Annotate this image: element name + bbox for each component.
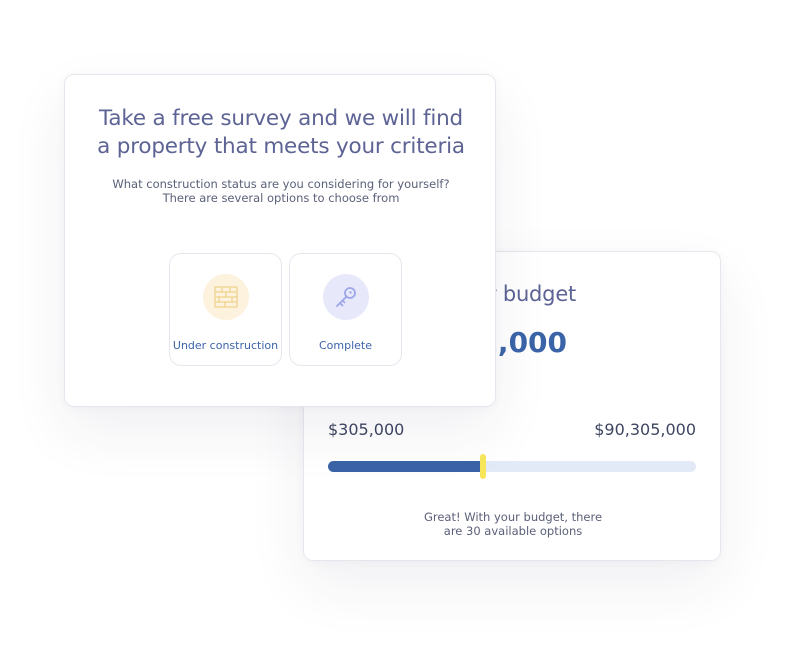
survey-card: Take a free survey and we will find a pr… — [64, 74, 496, 407]
survey-title-line2: a property that meets your criteria — [97, 134, 465, 159]
range-min-label: $305,000 — [328, 420, 405, 439]
option-label: Under construction — [172, 339, 279, 352]
slider-handle[interactable] — [479, 454, 486, 479]
option-label: Complete — [318, 339, 372, 352]
key-icon — [323, 274, 369, 320]
survey-subtitle: What construction status are you conside… — [65, 177, 495, 205]
survey-title: Take a free survey and we will find a pr… — [65, 105, 495, 161]
budget-note-line2: are 30 available options — [443, 524, 583, 538]
survey-subtitle-line2: There are several options to choose from — [162, 191, 400, 205]
survey-title-line1: Take a free survey and we will find — [99, 106, 463, 131]
budget-note-line1: Great! With your budget, there — [423, 510, 603, 524]
survey-subtitle-line1: What construction status are you conside… — [112, 177, 450, 191]
slider-fill — [328, 461, 483, 472]
range-max-label: $90,305,000 — [594, 420, 696, 439]
option-under-construction[interactable]: Under construction — [169, 253, 282, 366]
option-complete[interactable]: Complete — [289, 253, 402, 366]
brick-wall-icon — [203, 274, 249, 320]
budget-slider[interactable] — [328, 454, 696, 479]
budget-result-note: Great! With your budget, there are 30 av… — [384, 510, 642, 538]
